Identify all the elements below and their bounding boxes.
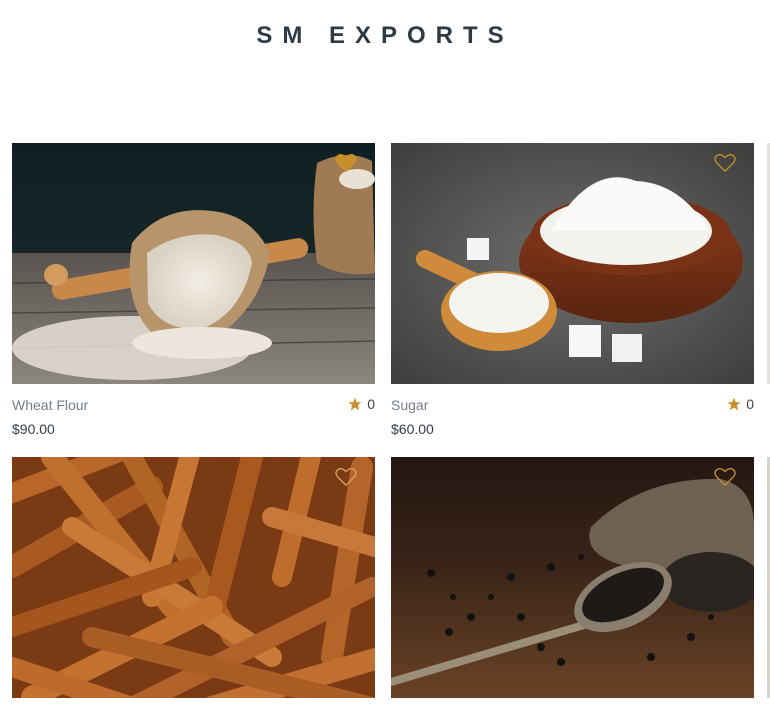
- star-icon: [727, 397, 741, 411]
- product-rating: 0: [727, 396, 754, 412]
- product-price: $60.00: [391, 421, 434, 437]
- product-rating: 0: [348, 396, 375, 412]
- product-card-black-pepper[interactable]: [391, 457, 754, 698]
- rating-count: 0: [367, 396, 375, 412]
- product-card-wheat-flour[interactable]: Wheat Flour 0 $90.00: [12, 143, 375, 440]
- product-name[interactable]: Sugar: [391, 397, 428, 413]
- rating-count: 0: [746, 396, 754, 412]
- favorite-heart-icon[interactable]: [335, 467, 357, 487]
- product-image-cinnamon[interactable]: [12, 457, 375, 698]
- product-image-wheat-flour[interactable]: [12, 143, 375, 384]
- product-meta: Wheat Flour 0 $90.00: [12, 384, 375, 440]
- favorite-heart-icon[interactable]: [714, 153, 736, 173]
- product-card-sugar[interactable]: Sugar 0 $60.00: [391, 143, 754, 440]
- site-title[interactable]: SM EXPORTS: [0, 22, 770, 50]
- product-card-cinnamon[interactable]: [12, 457, 375, 698]
- favorite-heart-icon[interactable]: [335, 153, 357, 173]
- product-image-sugar[interactable]: [391, 143, 754, 384]
- product-name[interactable]: Wheat Flour: [12, 397, 88, 413]
- product-price: $90.00: [12, 421, 55, 437]
- product-page: SM EXPORTS Wheat Flour 0 $90.00 Sugar 0 …: [0, 0, 770, 712]
- star-icon: [348, 397, 362, 411]
- favorite-heart-icon[interactable]: [714, 467, 736, 487]
- product-image-black-pepper[interactable]: [391, 457, 754, 698]
- product-meta: Sugar 0 $60.00: [391, 384, 754, 440]
